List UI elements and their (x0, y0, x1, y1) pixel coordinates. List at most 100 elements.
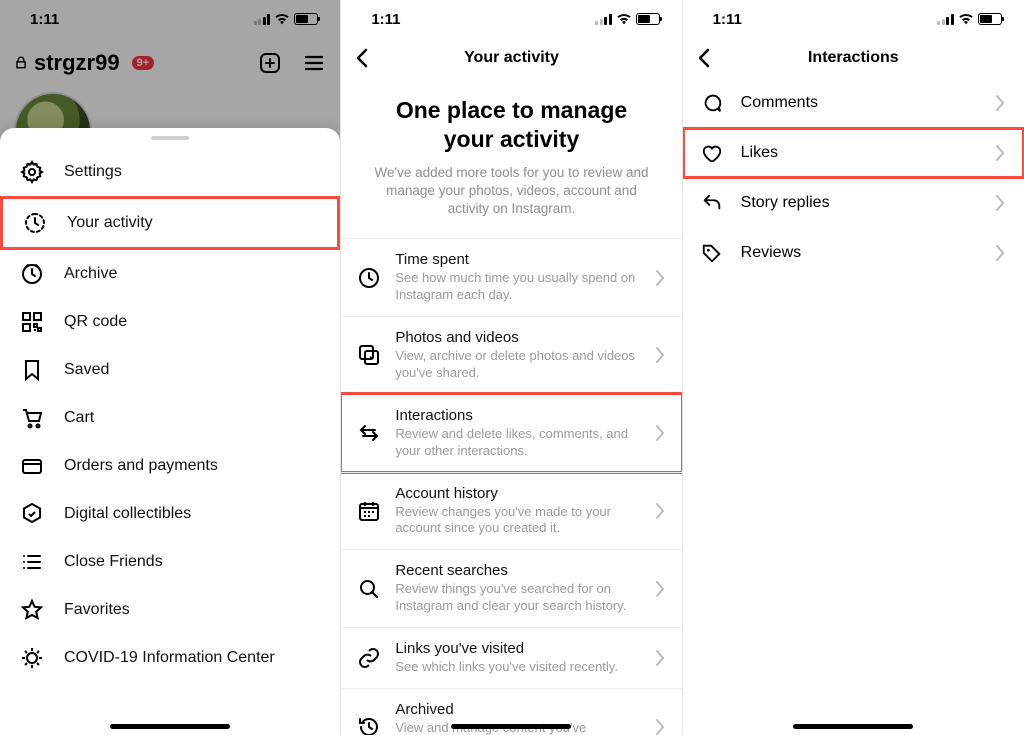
cellular-icon (595, 14, 612, 25)
gear-icon (20, 160, 44, 184)
activity-icon (23, 211, 47, 235)
row-links-visited[interactable]: Links you've visited See which links you'… (341, 627, 681, 688)
screen-your-activity: 1:11 Your activity One place to manage y… (341, 0, 682, 735)
row-label: Story replies (741, 194, 976, 212)
swap-icon (357, 421, 381, 445)
menu-close-friends[interactable]: Close Friends (0, 538, 340, 586)
menu-label: Close Friends (64, 553, 163, 571)
chevron-right-icon (994, 194, 1006, 212)
comment-icon (701, 92, 723, 114)
username[interactable]: strgzr99 (34, 50, 120, 76)
row-title: Time spent (395, 251, 639, 268)
row-photos-videos[interactable]: Photos and videos View, archive or delete… (341, 316, 681, 394)
row-recent-searches[interactable]: Recent searches Review things you've sear… (341, 549, 681, 627)
chevron-right-icon (994, 244, 1006, 262)
menu-label: Orders and payments (64, 457, 218, 475)
back-icon[interactable] (693, 46, 717, 70)
battery-icon (978, 13, 1002, 25)
hamburger-icon[interactable] (302, 51, 326, 75)
status-time: 1:11 (713, 11, 742, 28)
menu-qr-code[interactable]: QR code (0, 298, 340, 346)
row-label: Comments (741, 94, 976, 112)
history-icon (357, 715, 381, 735)
sheet-grabber[interactable] (151, 136, 189, 140)
search-icon (357, 577, 381, 601)
chevron-right-icon (654, 502, 666, 520)
status-bar: 1:11 (341, 0, 681, 38)
row-sub: See how much time you usually spend on I… (395, 270, 639, 304)
menu-label: Settings (64, 163, 122, 181)
row-likes[interactable]: Likes (683, 128, 1024, 178)
home-indicator[interactable] (451, 724, 571, 729)
hero-subtitle: We've added more tools for you to review… (371, 164, 651, 219)
menu-your-activity[interactable]: Your activity (0, 196, 340, 250)
row-label: Likes (741, 144, 976, 162)
chevron-right-icon (994, 144, 1006, 162)
wifi-icon (274, 13, 290, 25)
status-bar: 1:11 (0, 0, 340, 38)
row-reviews[interactable]: Reviews (683, 228, 1024, 278)
bookmark-icon (20, 358, 44, 382)
menu-label: Archive (64, 265, 117, 283)
status-bar: 1:11 (683, 0, 1024, 38)
screen-interactions: 1:11 Interactions Comments Likes Story r… (683, 0, 1024, 735)
row-story-replies[interactable]: Story replies (683, 178, 1024, 228)
profile-header: strgzr99 9+ (0, 38, 340, 88)
status-time: 1:11 (30, 11, 59, 28)
media-icon (357, 343, 381, 367)
chevron-right-icon (654, 580, 666, 598)
home-indicator[interactable] (793, 724, 913, 729)
activity-list: Time spent See how much time you usually … (341, 238, 681, 735)
menu-archive[interactable]: Archive (0, 250, 340, 298)
row-sub: Review things you've searched for on Ins… (395, 581, 639, 615)
battery-icon (636, 13, 660, 25)
page-title: Interactions (808, 49, 899, 67)
row-label: Reviews (741, 244, 976, 262)
row-interactions[interactable]: Interactions Review and delete likes, com… (341, 394, 681, 472)
row-title: Photos and videos (395, 329, 639, 346)
row-title: Recent searches (395, 562, 639, 579)
link-icon (357, 646, 381, 670)
row-time-spent[interactable]: Time spent See how much time you usually … (341, 238, 681, 316)
menu-cart[interactable]: Cart (0, 394, 340, 442)
status-time: 1:11 (371, 11, 400, 28)
new-post-icon[interactable] (258, 51, 282, 75)
menu-favorites[interactable]: Favorites (0, 586, 340, 634)
card-icon (20, 454, 44, 478)
wifi-icon (958, 13, 974, 25)
back-icon[interactable] (351, 46, 375, 70)
battery-icon (294, 13, 318, 25)
hero-title: One place to manage your activity (371, 96, 651, 154)
qr-icon (20, 310, 44, 334)
menu-label: Cart (64, 409, 94, 427)
menu-collectibles[interactable]: Digital collectibles (0, 490, 340, 538)
lock-icon (14, 56, 28, 70)
bottom-sheet-menu: Settings Your activity Archive QR code S… (0, 128, 340, 735)
menu-orders[interactable]: Orders and payments (0, 442, 340, 490)
menu-label: Saved (64, 361, 109, 379)
list-icon (20, 550, 44, 574)
clock-icon (357, 266, 381, 290)
tag-icon (701, 242, 723, 264)
page-title: Your activity (464, 49, 559, 67)
menu-saved[interactable]: Saved (0, 346, 340, 394)
row-sub: View, archive or delete photos and video… (395, 348, 639, 382)
row-title: Interactions (395, 407, 639, 424)
chevron-right-icon (654, 424, 666, 442)
nav-bar: Interactions (683, 38, 1024, 78)
menu-covid[interactable]: COVID-19 Information Center (0, 634, 340, 682)
row-title: Links you've visited (395, 640, 639, 657)
row-sub: Review and delete likes, comments, and y… (395, 426, 639, 460)
nav-bar: Your activity (341, 38, 681, 78)
row-account-history[interactable]: Account historyReview changes you've mad… (341, 472, 681, 550)
menu-label: COVID-19 Information Center (64, 649, 275, 667)
cellular-icon (254, 14, 271, 25)
cellular-icon (937, 14, 954, 25)
row-sub: See which links you've visited recently. (395, 659, 639, 676)
row-comments[interactable]: Comments (683, 78, 1024, 128)
archive-icon (20, 262, 44, 286)
menu-settings[interactable]: Settings (0, 148, 340, 196)
home-indicator[interactable] (110, 724, 230, 729)
row-sub: Review changes you've made to your accou… (395, 504, 639, 538)
menu-label: Favorites (64, 601, 130, 619)
